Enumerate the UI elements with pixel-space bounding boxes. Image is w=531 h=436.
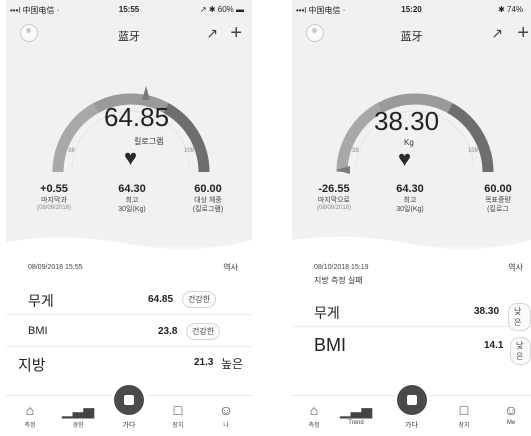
metric-row-weight[interactable]: 무게 64.85 건강한 [6,284,252,315]
status-badge: 낮은 [510,337,531,365]
metric-value: 14.1 [484,340,504,351]
status-badge: 낮은 [508,303,531,331]
range-high-label: 109 [468,148,479,154]
metric-value: 21.3 [194,357,214,368]
range-low-label: 38 [68,148,75,154]
tab-me[interactable]: ☺ 나 [206,402,246,429]
stat-label: 마지막과 [41,197,67,204]
phone-screen-right: •••l 中国电信 ⋅ 15:20 ✱ 74% 蓝牙 ↗ + 38 109 38… [292,0,531,436]
go-button[interactable] [111,382,147,418]
metric-name: 무게 [28,293,54,309]
device-icon: □ [173,402,183,418]
header-area: •••l 中国电信 ⋅ 15:55 ↗ ✱ 60% ▬ 蓝牙 ↗ + 38 10… [6,0,252,246]
fat-fail-message: 지방 측정 실패 [314,276,363,285]
tab-label: 나 [223,423,229,429]
history-link[interactable]: 역사 [223,262,238,273]
gauge-high-segment [163,103,210,173]
tab-bar: ⌂ 측정 ▁▃▅ 경향 가다 □ 장치 ☺ 나 [6,382,252,436]
tab-label: Me [506,420,516,426]
stat-change: -26.55 마지막으로 (08/09/2018) [296,183,372,211]
stat-max: 64.30 최고 30일(Kg) [94,183,170,214]
stats-row: +0.55 마지막과 (08/09/2018) 64.30 최고 30일(Kg)… [6,183,252,229]
share-icon[interactable]: ↗ [206,25,218,42]
stat-value: 60.00 [194,183,222,195]
nav-bar: 蓝牙 ↗ + [6,22,252,46]
header-area: •••l 中国电信 ⋅ 15:20 ✱ 74% 蓝牙 ↗ + 38 109 38… [292,0,531,246]
stats-row: -26.55 마지막으로 (08/09/2018) 64.30 최고 30일(K… [292,183,531,229]
status-badge: 건강한 [182,291,217,308]
weight-value: 64.85 [104,102,170,132]
metric-name: 지방 [18,357,46,374]
stat-label: 최고 30일(Kg) [396,197,424,213]
stat-date: (08/09/2018) [36,205,72,211]
metric-row-bmi[interactable]: BMI 14.1 낮은 [292,330,531,365]
battery-indicator: ↗ ✱ 60% ▬ [199,5,244,14]
weight-value: 38.30 [374,106,440,136]
nav-bar: 蓝牙 ↗ + [292,22,531,46]
record-datetime: 08/10/2018 15:19 [314,264,369,271]
metric-name: 무게 [314,305,340,321]
metric-value: 38.30 [474,306,500,317]
home-icon: ⌂ [25,402,35,418]
metric-name: BMI [28,325,48,337]
stat-value: 64.30 [118,183,146,195]
trend-icon: ▁▃▅ [339,402,373,418]
stat-max: 64.30 최고 30일(Kg) [372,183,448,214]
stat-value: 60.00 [484,183,512,195]
tab-label: 장치 [458,423,470,429]
stat-label: 마지막으로 [317,197,351,204]
stat-value: 64.30 [396,183,424,195]
tab-label: 장치 [172,423,184,429]
record-datetime: 08/09/2018 15:55 [28,264,83,271]
stat-label: 최고 30일(Kg) [118,197,146,213]
status-text: 높은 [221,357,244,371]
stat-label: 목표중량 (킬로그 [485,197,511,213]
clock-text: 15:20 [401,5,422,14]
tab-device[interactable]: □ 장치 [158,402,198,429]
history-link[interactable]: 역사 [508,262,523,273]
battery-indicator: ✱ 74% [498,5,523,14]
status-bar: •••l 中国电信 ⋅ 15:20 ✱ 74% [292,5,531,17]
stat-date: (08/09/2018) [316,205,352,211]
stat-target: 60.00 목표중량 (킬로그 [460,183,531,214]
phone-screen-left: •••l 中国电信 ⋅ 15:55 ↗ ✱ 60% ▬ 蓝牙 ↗ + 38 10… [6,0,252,436]
trend-icon: ▁▃▅ [61,402,95,418]
device-icon: □ [459,402,469,418]
smile-icon: ☺ [218,402,234,418]
share-icon[interactable]: ↗ [491,25,503,42]
plus-icon[interactable]: + [230,22,242,45]
results-panel: 08/09/2018 15:55 역사 무게 64.85 건강한 BMI 23.… [6,250,252,436]
metric-name: BMI [314,335,347,355]
results-panel: 08/10/2018 15:19 역사 지방 측정 실패 무게 38.30 낮은… [292,250,531,436]
heart-icon: ♥ [124,145,138,170]
heart-icon: ♥ [398,146,412,171]
status-bar: •••l 中国电信 ⋅ 15:55 ↗ ✱ 60% ▬ [6,5,252,17]
stat-value: -26.55 [318,183,350,195]
tab-me[interactable]: ☺ Me [491,402,531,426]
gauge-pointer [142,86,150,100]
tab-device[interactable]: □ 장치 [444,402,484,429]
tab-bar: ⌂ 측정 ▁▃▅ Trend 가다 □ 장치 ☺ Me [292,382,531,436]
metric-row-weight[interactable]: 무게 38.30 낮은 [292,296,531,331]
metric-row-bmi[interactable]: BMI 23.8 건강한 [6,316,252,347]
stat-change: +0.55 마지막과 (08/09/2018) [16,183,92,211]
stat-target: 60.00 대상 체중 (킬로그램) [170,183,246,214]
metric-row-fat[interactable]: 지방 21.3 높은 [6,348,252,378]
smile-icon: ☺ [503,402,519,418]
gauge-high-segment [447,103,494,173]
go-button[interactable] [393,382,430,418]
plus-icon[interactable]: + [517,22,529,45]
weight-unit: 킬로그램 [134,137,164,146]
range-low-label: 38 [352,148,359,154]
home-icon: ⌂ [309,402,319,418]
stat-label: 대상 체중 (킬로그램) [192,197,224,213]
status-badge: 건강한 [186,323,221,340]
range-high-label: 109 [184,148,195,154]
gauge-low-segment [52,103,99,173]
metric-value: 64.85 [148,294,174,305]
stat-value: +0.55 [40,183,68,195]
metric-value: 23.8 [158,326,178,337]
